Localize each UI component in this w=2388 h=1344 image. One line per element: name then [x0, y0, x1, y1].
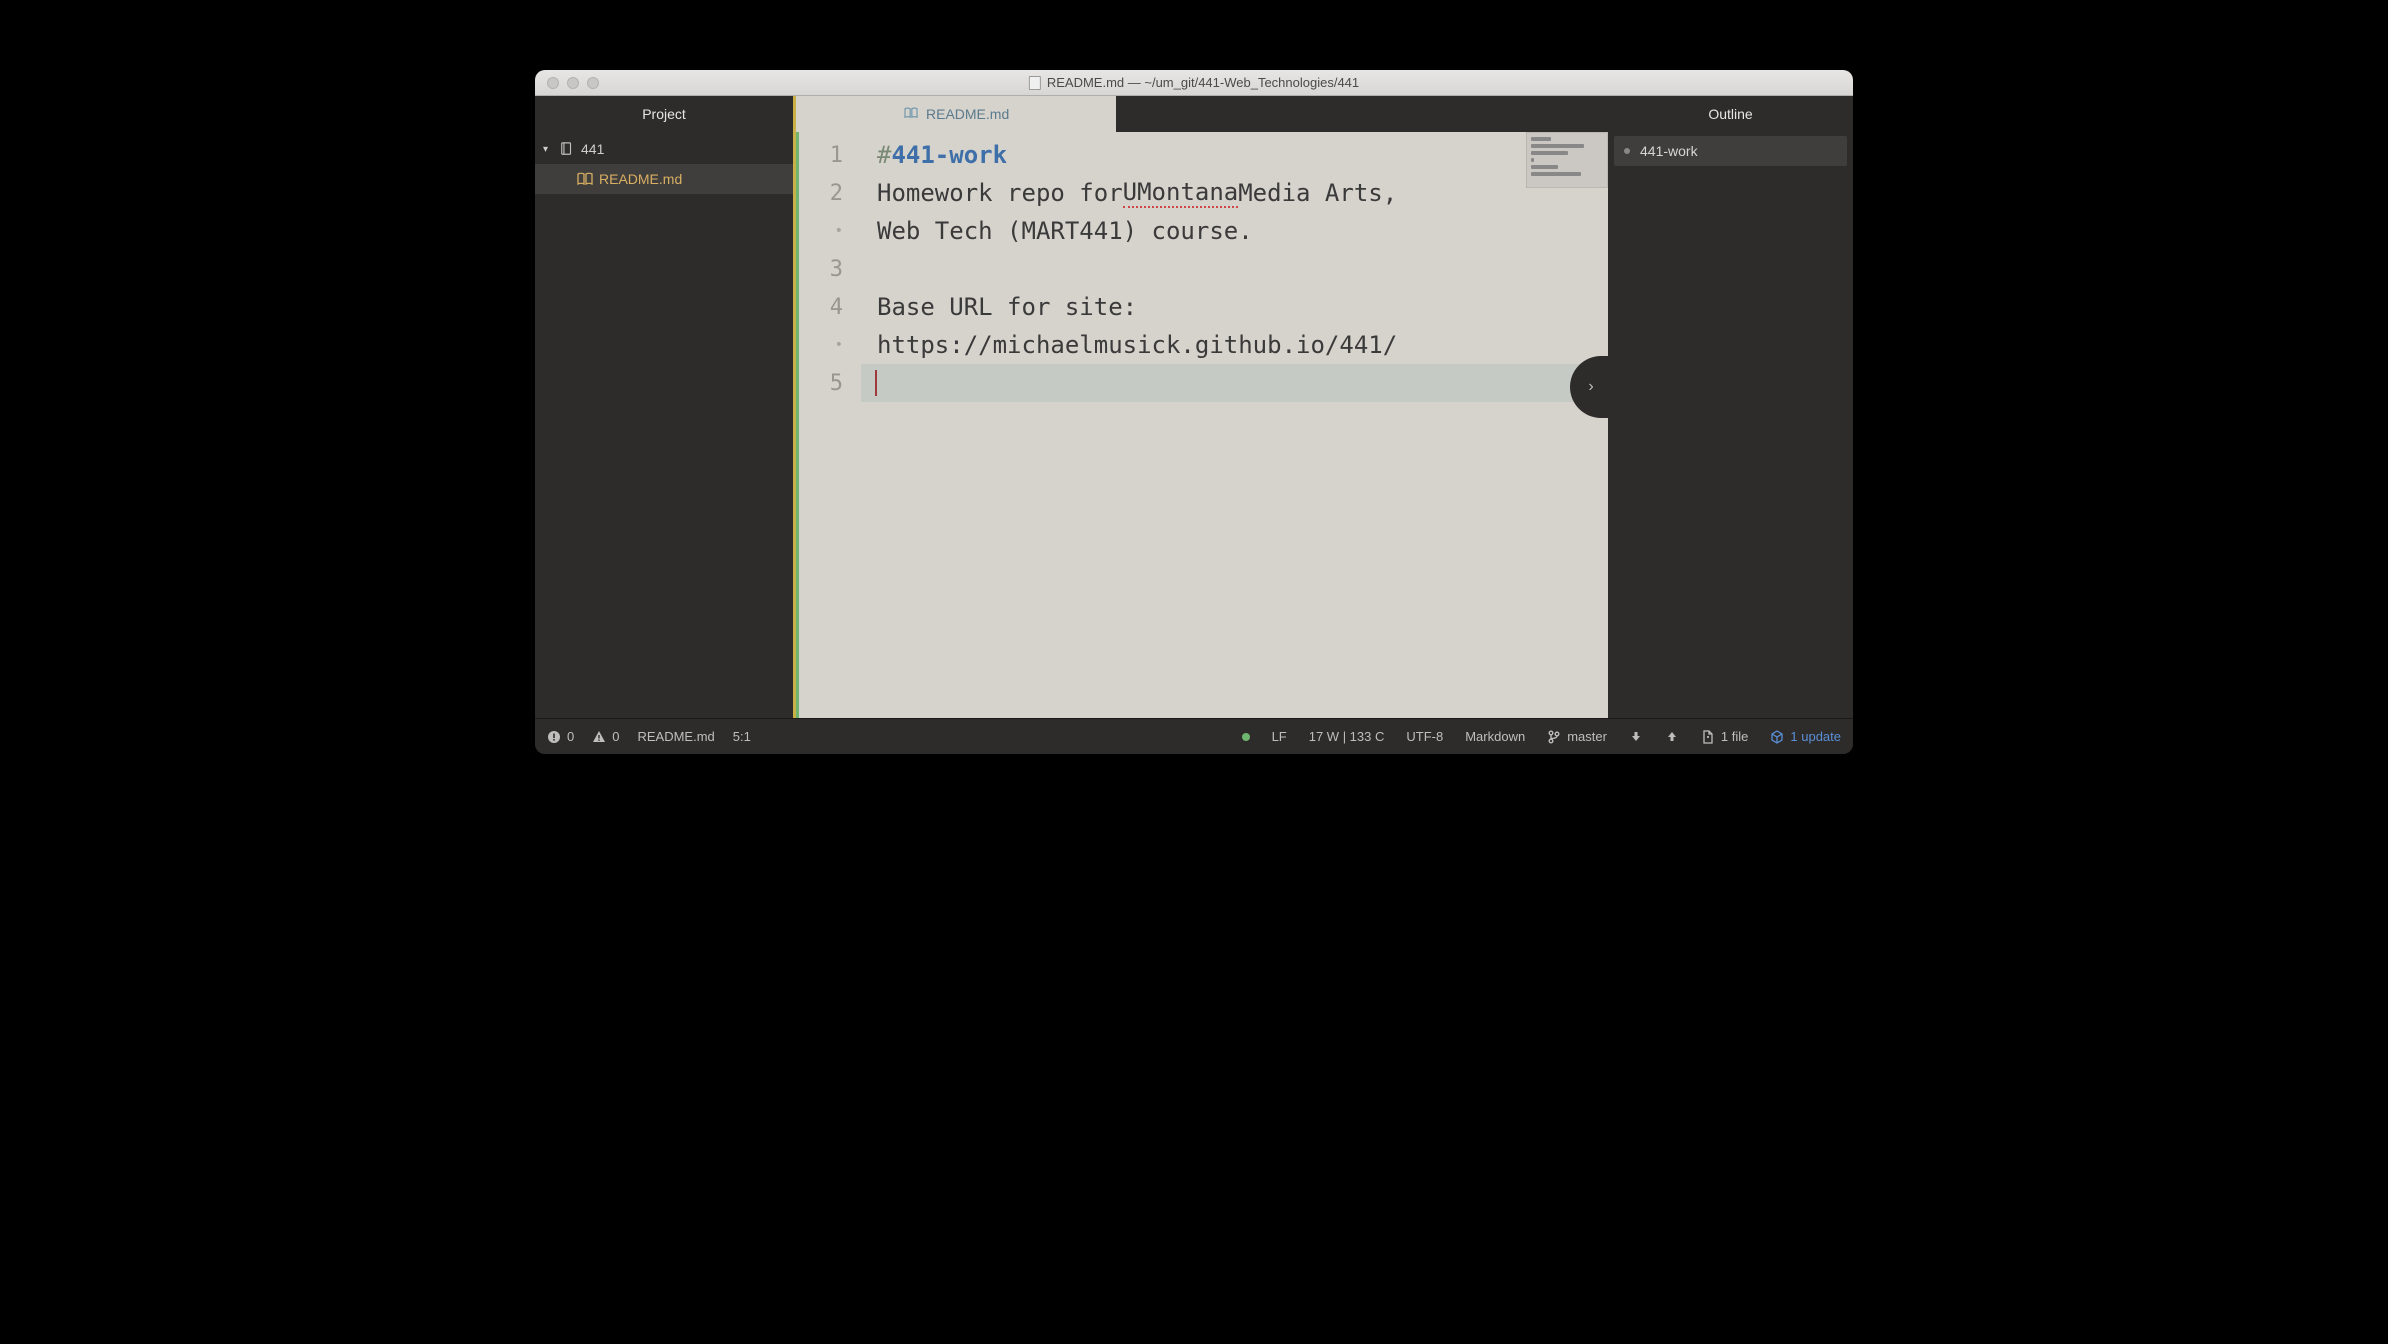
gutter: 1 2 • 3 4 • 5	[799, 132, 861, 718]
body-area: Project ▾ 441 README.md	[535, 96, 1853, 718]
diagnostics-warnings[interactable]: 0	[592, 729, 619, 744]
clean-indicator-icon[interactable]	[1242, 733, 1250, 741]
status-language[interactable]: Markdown	[1465, 729, 1525, 744]
minimap-content	[1527, 133, 1607, 183]
code-line[interactable]: # 441-work	[861, 136, 1608, 174]
line-number[interactable]: 1	[799, 136, 861, 174]
editor-pane: README.md 1 2 • 3 4 • 5 # 441-work	[793, 96, 1608, 718]
outline-header[interactable]: Outline	[1608, 96, 1853, 132]
diagnostics-errors[interactable]: 0	[547, 729, 574, 744]
error-icon	[547, 730, 561, 744]
traffic-lights	[535, 77, 599, 89]
status-git-push[interactable]	[1665, 730, 1679, 744]
window-title: README.md — ~/um_git/441-Web_Technologie…	[1029, 75, 1359, 90]
status-bar: 0 0 README.md 5:1 LF 17 W | 133 C UTF-8 …	[535, 718, 1853, 754]
error-count: 0	[567, 729, 574, 744]
minimize-button[interactable]	[567, 77, 579, 89]
book-icon	[904, 106, 918, 122]
bullet-icon	[1624, 148, 1630, 154]
text: Web Tech (MART441) course.	[877, 217, 1253, 245]
wrap-indicator: •	[799, 212, 861, 250]
file-tree: ▾ 441 README.md	[535, 132, 793, 718]
zoom-button[interactable]	[587, 77, 599, 89]
tab-label: README.md	[926, 106, 1009, 122]
code-line[interactable]: Base URL for site:	[861, 288, 1608, 326]
line-number[interactable]: 4	[799, 288, 861, 326]
arrow-down-icon	[1629, 730, 1643, 744]
warning-icon	[592, 730, 606, 744]
markdown-hash: #	[877, 141, 891, 169]
line-number[interactable]: 2	[799, 174, 861, 212]
project-panel: Project ▾ 441 README.md	[535, 96, 793, 718]
minimap[interactable]	[1526, 132, 1608, 188]
update-label: 1 update	[1790, 729, 1841, 744]
status-word-count[interactable]: 17 W | 133 C	[1309, 729, 1385, 744]
git-branch-icon	[1547, 730, 1561, 744]
document-icon	[1029, 76, 1041, 90]
package-icon	[1770, 730, 1784, 744]
repo-icon	[559, 142, 575, 156]
text: Media Arts,	[1238, 179, 1397, 207]
file-label: README.md	[599, 171, 682, 187]
status-cursor-position[interactable]: 5:1	[733, 729, 751, 744]
arrow-up-icon	[1665, 730, 1679, 744]
titlebar[interactable]: README.md — ~/um_git/441-Web_Technologie…	[535, 70, 1853, 96]
text: Homework repo for	[877, 179, 1123, 207]
text: Base URL for site:	[877, 293, 1137, 321]
status-line-ending[interactable]: LF	[1272, 729, 1287, 744]
chevron-right-icon: ›	[1588, 378, 1593, 396]
tree-file-readme[interactable]: README.md	[535, 164, 793, 194]
spelling-error: UMontana	[1123, 178, 1239, 208]
text: https://michaelmusick.github.io/441/	[877, 331, 1397, 359]
line-number[interactable]: 3	[799, 250, 861, 288]
project-header[interactable]: Project	[535, 96, 793, 132]
root-label: 441	[581, 141, 604, 157]
code-area[interactable]: # 441-work Homework repo for UMontana Me…	[861, 132, 1608, 718]
markdown-heading: 441-work	[891, 141, 1007, 169]
wrap-indicator: •	[799, 326, 861, 364]
editor-window: README.md — ~/um_git/441-Web_Technologie…	[535, 70, 1853, 754]
chevron-down-icon: ▾	[543, 144, 553, 155]
files-label: 1 file	[1721, 729, 1748, 744]
close-button[interactable]	[547, 77, 559, 89]
outline-panel: Outline 441-work	[1608, 96, 1853, 718]
code-line[interactable]: Homework repo for UMontana Media Arts,	[861, 174, 1608, 212]
editor-content[interactable]: 1 2 • 3 4 • 5 # 441-work Homework repo f…	[796, 132, 1608, 718]
status-filename[interactable]: README.md	[637, 729, 714, 744]
status-left: 0 0 README.md 5:1	[547, 729, 751, 744]
code-line-current[interactable]	[861, 364, 1608, 402]
status-package-updates[interactable]: 1 update	[1770, 729, 1841, 744]
outline-item-label: 441-work	[1640, 143, 1698, 159]
title-label: README.md — ~/um_git/441-Web_Technologie…	[1047, 75, 1359, 90]
tab-readme[interactable]: README.md	[796, 96, 1116, 132]
tab-bar: README.md	[796, 96, 1608, 132]
tree-root-folder[interactable]: ▾ 441	[535, 134, 793, 164]
line-number[interactable]: 5	[799, 364, 861, 402]
branch-label: master	[1567, 729, 1607, 744]
code-line[interactable]: https://michaelmusick.github.io/441/	[861, 326, 1608, 364]
status-git-branch[interactable]: master	[1547, 729, 1607, 744]
outline-item[interactable]: 441-work	[1614, 136, 1847, 166]
status-right: LF 17 W | 133 C UTF-8 Markdown master	[1242, 729, 1841, 744]
code-line[interactable]: Web Tech (MART441) course.	[861, 212, 1608, 250]
status-encoding[interactable]: UTF-8	[1406, 729, 1443, 744]
status-changed-files[interactable]: 1 file	[1701, 729, 1748, 744]
warning-count: 0	[612, 729, 619, 744]
status-git-fetch[interactable]	[1629, 730, 1643, 744]
book-icon	[577, 172, 593, 186]
outline-list: 441-work	[1608, 132, 1853, 170]
file-icon	[1701, 730, 1715, 744]
code-line[interactable]	[861, 250, 1608, 288]
